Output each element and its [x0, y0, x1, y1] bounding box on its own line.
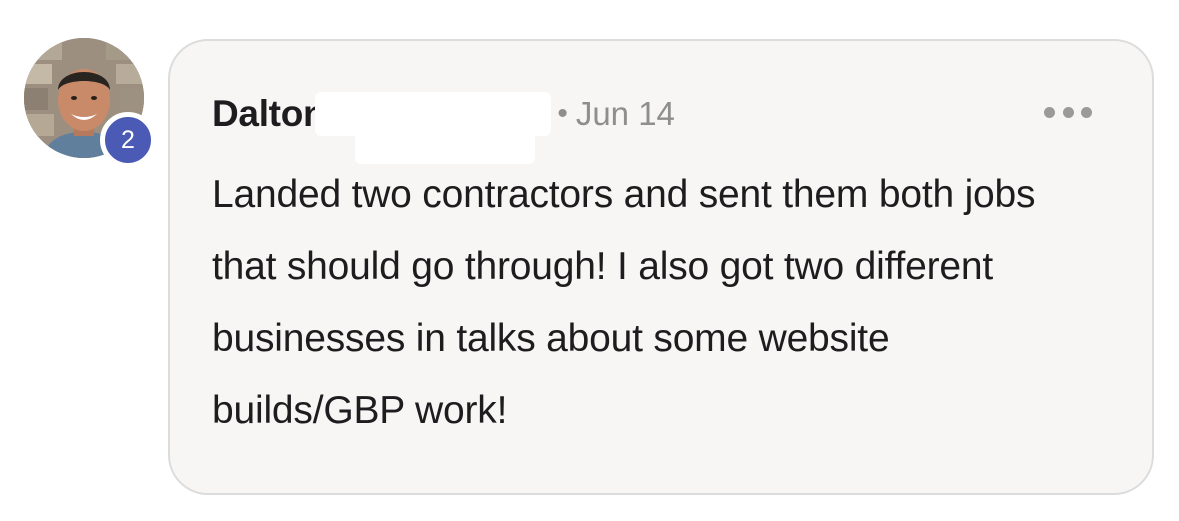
comment-header: Dalton • Jun 14: [212, 89, 675, 164]
avatar-container[interactable]: 2: [24, 38, 156, 168]
dot-1: [1044, 106, 1055, 118]
author-name[interactable]: Dalton: [212, 93, 326, 135]
level-badge: 2: [100, 112, 156, 168]
comment: 2 Dalton • Jun 14 Landed two contractors…: [0, 0, 1179, 521]
dot-3: [1081, 106, 1092, 118]
comment-text: Landed two contractors and sent them bot…: [212, 173, 1036, 432]
dot-2: [1062, 106, 1074, 118]
separator-dot: •: [557, 97, 568, 130]
comment-date: Jun 14: [575, 95, 675, 132]
redaction-overlay: [315, 92, 552, 164]
ellipsis-icon[interactable]: [1044, 97, 1092, 127]
comment-bubble: Dalton • Jun 14 Landed two contractors a…: [168, 39, 1154, 495]
